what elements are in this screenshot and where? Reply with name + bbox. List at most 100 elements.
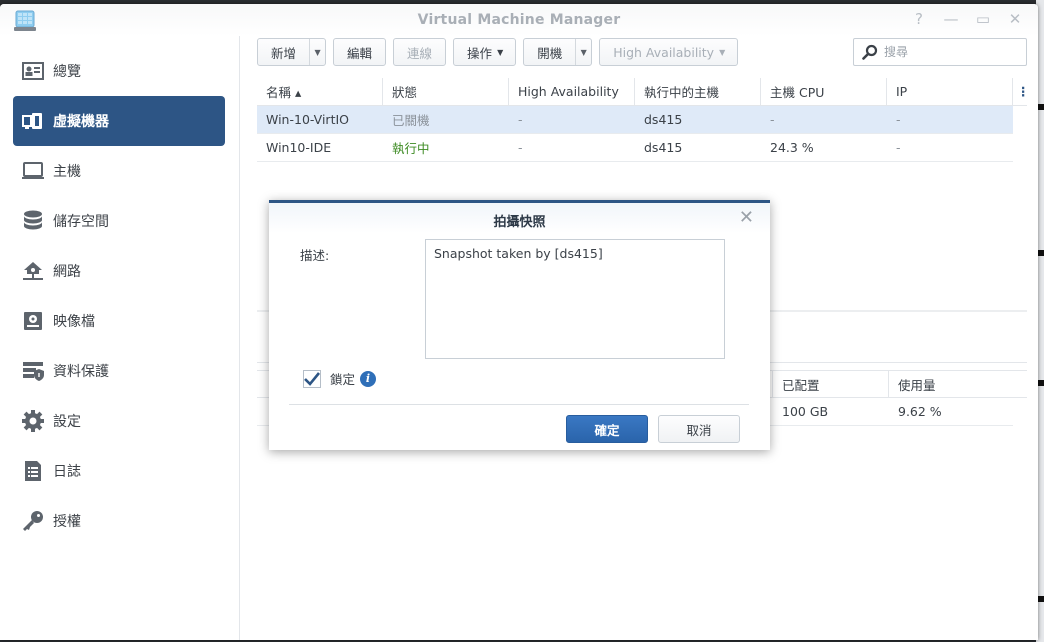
vm-name: Win10-IDE (266, 140, 332, 155)
sidebar-item-data-protection[interactable]: 資料保護 (13, 346, 225, 396)
sidebar-item-virtual-machine[interactable]: 虛擬機器 (13, 96, 225, 146)
desktop-marker (1038, 596, 1044, 602)
dialog-divider (289, 404, 749, 405)
vm-name: Win-10-VirtIO (266, 112, 349, 127)
data-protection-icon (21, 359, 45, 383)
sidebar-item-overview[interactable]: 總覽 (13, 46, 225, 96)
ok-button[interactable]: 確定 (566, 415, 648, 443)
disk-allocated: 100 GB (782, 404, 829, 419)
vm-host: ds415 (644, 112, 683, 127)
window-title: Virtual Machine Manager (417, 12, 621, 28)
sidebar-item-network[interactable]: 網路 (13, 246, 225, 296)
vm-ip: - (896, 140, 901, 155)
sidebar-item-log[interactable]: 日誌 (13, 446, 225, 496)
vm-ha: - (518, 112, 523, 127)
sidebar-item-label: 映像檔 (53, 314, 95, 330)
info-icon[interactable]: i (360, 370, 377, 387)
vm-table: 名稱 ▴ 狀態 High Availability 執行中的主機 主機 CPU … (257, 78, 1030, 162)
column-header-host-cpu[interactable]: 主機 CPU (761, 78, 887, 105)
toolbar: 新增 ▼ 編輯 連線 操作 ▼ 開機 ▼ High Availability ▼ (257, 38, 739, 66)
vm-status: 執行中 (392, 141, 430, 156)
log-icon (21, 459, 45, 483)
vm-cpu: - (770, 112, 775, 127)
create-button-label: 新增 (271, 45, 297, 61)
search-field[interactable] (853, 38, 1027, 66)
column-menu-icon[interactable]: ⋮ (1013, 78, 1030, 105)
sidebar-item-label: 網路 (53, 264, 81, 280)
action-button[interactable]: 操作 ▼ (453, 38, 517, 66)
chevron-down-icon[interactable]: ▼ (309, 39, 325, 65)
sidebar-item-storage[interactable]: 儲存空間 (13, 196, 225, 246)
sidebar: 總覽 虛擬機器 主機 儲存空間 網路 映像檔 資料保護 設定 日誌 授權 (0, 36, 240, 640)
cancel-button[interactable]: 取消 (658, 415, 740, 443)
lock-checkbox[interactable] (303, 369, 321, 388)
high-availability-button[interactable]: High Availability ▼ (599, 38, 739, 66)
create-button[interactable]: 新增 ▼ (257, 38, 327, 66)
close-icon[interactable]: ✕ (739, 209, 754, 227)
column-header-usage[interactable]: 使用量 (889, 371, 1005, 397)
column-header-ha[interactable]: High Availability (509, 78, 635, 105)
connect-button[interactable]: 連線 (393, 38, 447, 66)
sidebar-item-license[interactable]: 授權 (13, 496, 225, 546)
chevron-down-icon: ▼ (719, 47, 726, 57)
overview-icon (21, 59, 45, 83)
desktop-marker (1038, 250, 1044, 256)
description-textarea[interactable]: Snapshot taken by [ds415] (425, 239, 725, 359)
high-availability-button-label: High Availability (613, 44, 715, 60)
vm-status: 已關機 (392, 113, 430, 128)
desktop-marker (1038, 104, 1044, 110)
host-icon (21, 159, 45, 183)
image-icon (21, 309, 45, 333)
settings-icon (21, 409, 45, 433)
disk-usage: 9.62 % (898, 404, 942, 419)
close-icon[interactable]: ✕ (1006, 10, 1024, 28)
sidebar-item-label: 虛擬機器 (53, 114, 109, 130)
search-input[interactable] (884, 45, 1014, 59)
vm-ip: - (896, 112, 901, 127)
lock-option: 鎖定 i (303, 369, 377, 388)
column-header-allocated[interactable]: 已配置 (773, 371, 889, 397)
minimize-icon[interactable]: — (942, 10, 960, 28)
dialog-title: 拍攝快照 (493, 215, 546, 230)
chevron-down-icon[interactable]: ▼ (575, 39, 591, 65)
sidebar-item-label: 資料保護 (53, 364, 109, 380)
title-bar[interactable]: Virtual Machine Manager ? — ▭ ✕ (0, 4, 1038, 36)
column-header-status[interactable]: 狀態 (383, 78, 509, 105)
description-label: 描述: (300, 248, 330, 263)
sidebar-item-image[interactable]: 映像檔 (13, 296, 225, 346)
vm-cpu: 24.3 % (770, 140, 814, 155)
edit-button[interactable]: 編輯 (333, 38, 387, 66)
network-icon (21, 259, 45, 283)
sidebar-item-label: 設定 (53, 414, 81, 430)
search-icon (862, 44, 878, 60)
column-header-running-host[interactable]: 執行中的主機 (635, 78, 761, 105)
sidebar-item-label: 日誌 (53, 464, 81, 480)
edit-button-label: 編輯 (347, 45, 373, 61)
table-row[interactable]: Win-10-VirtIO 已關機 - ds415 - - (257, 106, 1013, 134)
column-header-ip[interactable]: IP (887, 78, 1013, 105)
virtual-machine-icon (21, 109, 45, 133)
table-row[interactable]: Win10-IDE 執行中 - ds415 24.3 % - (257, 134, 1013, 162)
checkmark-icon (304, 371, 320, 386)
dialog-header[interactable]: 拍攝快照 ✕ (269, 203, 770, 233)
sidebar-item-label: 授權 (53, 514, 81, 530)
sidebar-item-label: 主機 (53, 164, 81, 180)
license-key-icon (21, 509, 45, 533)
vm-table-header: 名稱 ▴ 狀態 High Availability 執行中的主機 主機 CPU … (257, 78, 1030, 106)
chevron-down-icon: ▼ (497, 47, 504, 57)
desktop-marker (1038, 380, 1044, 386)
storage-icon (21, 209, 45, 233)
power-on-button-label: 開機 (537, 45, 563, 61)
take-snapshot-dialog: 拍攝快照 ✕ 描述: Snapshot taken by [ds415] 鎖定 … (269, 200, 770, 450)
vm-ha: - (518, 140, 523, 155)
column-header-name[interactable]: 名稱 ▴ (257, 78, 383, 105)
sidebar-item-settings[interactable]: 設定 (13, 396, 225, 446)
lock-label: 鎖定 (330, 372, 356, 387)
vmm-window: Virtual Machine Manager ? — ▭ ✕ 總覽 虛擬機器 … (0, 4, 1038, 640)
vm-host: ds415 (644, 140, 683, 155)
maximize-icon[interactable]: ▭ (974, 10, 992, 28)
power-on-button[interactable]: 開機 ▼ (523, 38, 593, 66)
sidebar-item-host[interactable]: 主機 (13, 146, 225, 196)
sidebar-item-label: 儲存空間 (53, 214, 109, 230)
help-icon[interactable]: ? (910, 10, 928, 28)
